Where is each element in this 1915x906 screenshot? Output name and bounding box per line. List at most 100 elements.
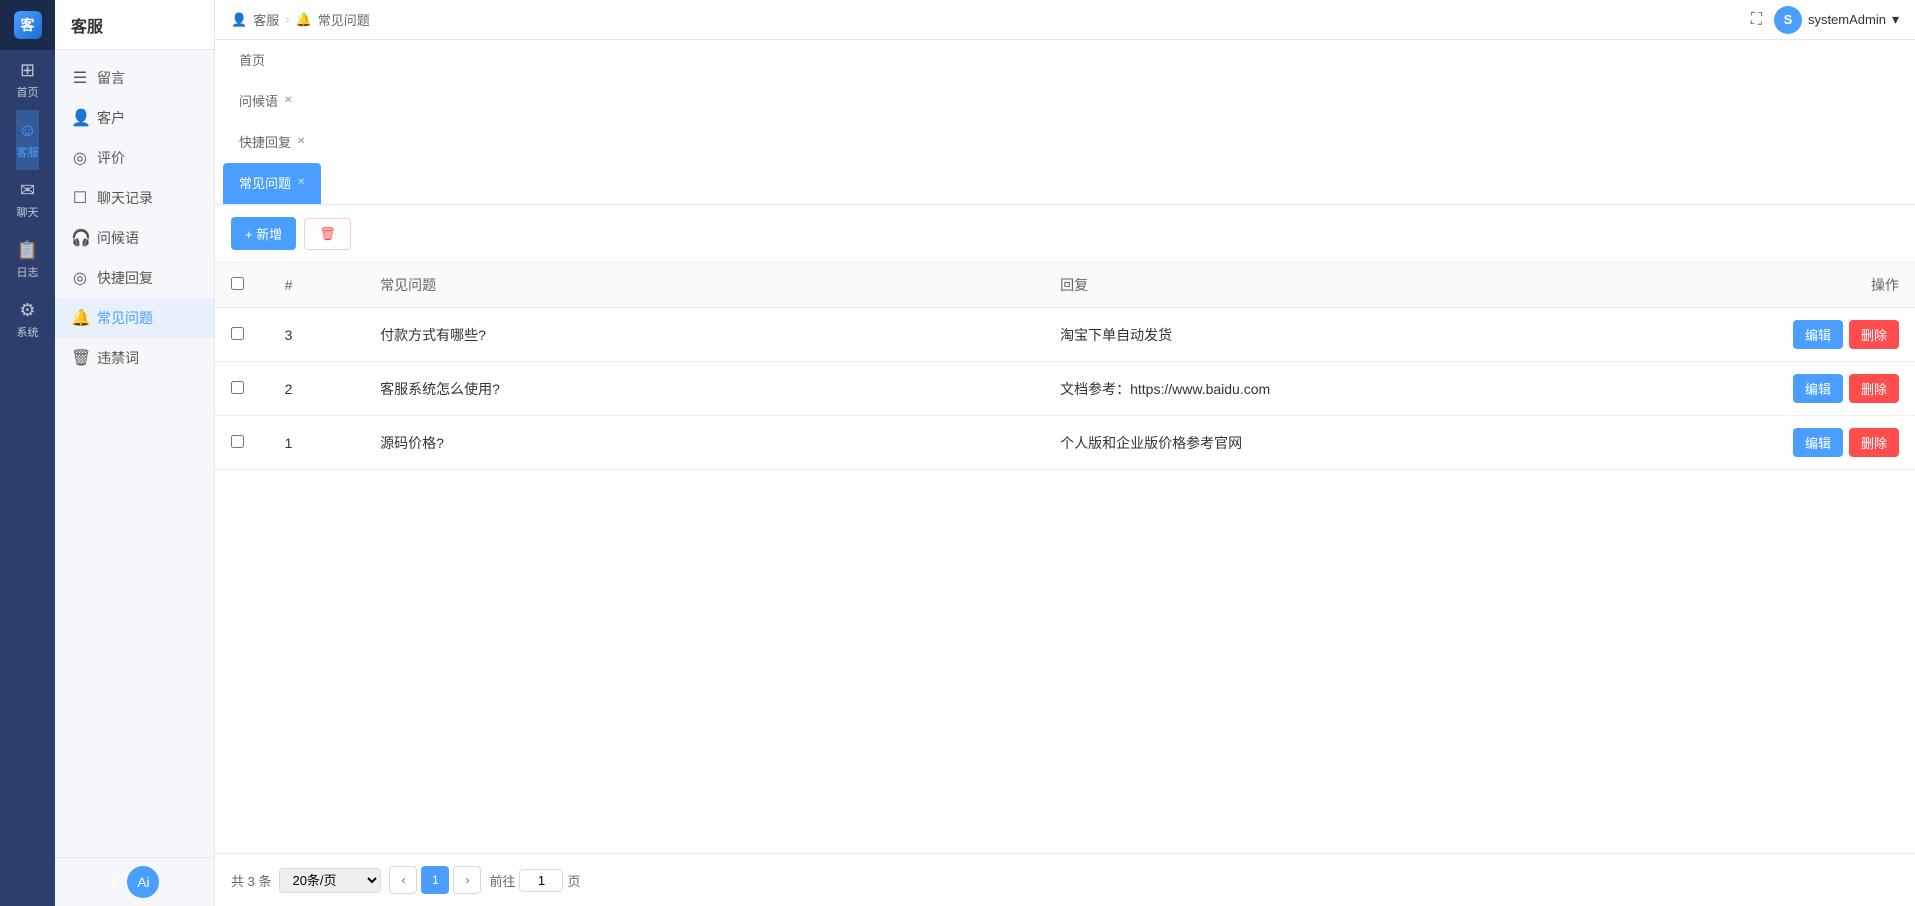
- sidebar-item-reviews[interactable]: ◎ 评价: [55, 138, 214, 178]
- row-question-3: 付款方式有哪些?: [364, 308, 1044, 362]
- tab-label-quick-replies: 快捷回复: [239, 132, 291, 151]
- row-question-1: 源码价格?: [364, 416, 1044, 470]
- sidebar-icon-customers: 👤: [71, 108, 89, 128]
- edit-button-2[interactable]: 编辑: [1793, 374, 1843, 403]
- sidebar-icon-quick-phrases: 🎧: [71, 228, 89, 248]
- table-row: 3 付款方式有哪些? 淘宝下单自动发货 编辑 删除: [215, 308, 1915, 362]
- prev-page-button[interactable]: ‹: [389, 866, 417, 894]
- add-button[interactable]: + 新增: [231, 217, 296, 250]
- nav-item-customer-service[interactable]: ☺ 客服: [16, 110, 38, 170]
- breadcrumb-current: 常见问题: [318, 10, 370, 29]
- sidebar-icon-reviews: ◎: [71, 148, 89, 168]
- sidebar-menu-toggle[interactable]: ☰: [110, 876, 120, 889]
- row-action-1: 编辑 删除: [1724, 416, 1915, 470]
- row-checkbox-2[interactable]: [231, 381, 244, 394]
- page-nav: ‹ 1 ›: [389, 866, 481, 894]
- breadcrumb-icon: 👤: [231, 12, 247, 28]
- row-checkbox-3[interactable]: [231, 327, 244, 340]
- sidebar-header: 客服: [55, 0, 214, 50]
- nav-bar: 客 ⊞ 首页 ☺ 客服 ✉ 聊天 📋 日志 ⚙ 系统: [0, 0, 55, 906]
- page-size-selector: 10条/页20条/页50条/页100条/页: [279, 868, 381, 893]
- row-reply-1: 个人版和企业版价格参考官网: [1044, 416, 1724, 470]
- delete-button[interactable]: 🗑: [304, 218, 351, 250]
- row-check-2: [215, 362, 269, 416]
- goto-label: 前往: [489, 871, 515, 890]
- nav-item-chat[interactable]: ✉ 聊天: [16, 170, 38, 230]
- page-unit: 页: [567, 871, 580, 890]
- page-1-button[interactable]: 1: [421, 866, 449, 894]
- chevron-down-icon: ▾: [1892, 11, 1899, 28]
- sidebar-bottom: ☰ Ai: [55, 857, 214, 906]
- edit-button-1[interactable]: 编辑: [1793, 428, 1843, 457]
- nav-label-log: 日志: [16, 264, 38, 280]
- row-checkbox-1[interactable]: [231, 435, 244, 448]
- col-header-reply: 回复: [1044, 263, 1724, 308]
- row-question-2: 客服系统怎么使用?: [364, 362, 1044, 416]
- sidebar-label-customers: 客户: [97, 108, 125, 128]
- tab-home[interactable]: 首页: [223, 40, 321, 81]
- app-logo: 客: [0, 0, 55, 50]
- nav-icon-chat: ✉: [20, 180, 35, 201]
- sidebar-icon-forbidden-words: 🗑: [71, 348, 89, 368]
- user-name[interactable]: systemAdmin: [1808, 12, 1886, 27]
- sidebar-menu: ☰ 留言 👤 客户 ◎ 评价 ☐ 聊天记录 🎧 问候语 ◎ 快捷回复 🔔 常见问…: [55, 50, 214, 857]
- page-goto: 前往 页: [489, 869, 580, 892]
- trash-icon: 🗑: [319, 226, 336, 241]
- fullscreen-button[interactable]: ⛶: [1751, 11, 1762, 29]
- sidebar-icon-chat-history: ☐: [71, 188, 89, 208]
- row-check-1: [215, 416, 269, 470]
- nav-item-system[interactable]: ⚙ 系统: [16, 290, 38, 350]
- tab-close-quick-phrases[interactable]: ✕: [284, 95, 292, 106]
- next-page-button[interactable]: ›: [453, 866, 481, 894]
- breadcrumb-root: 客服: [253, 10, 279, 29]
- row-action-3: 编辑 删除: [1724, 308, 1915, 362]
- sidebar-item-customers[interactable]: 👤 客户: [55, 98, 214, 138]
- nav-icon-log: 📋: [16, 240, 38, 261]
- sidebar-label-faq: 常见问题: [97, 308, 153, 328]
- faq-table: # 常见问题 回复 操作 3 付款方式有哪些? 淘宝下单自动发货 编辑 删除 2…: [215, 263, 1915, 470]
- user-avatar: S: [1774, 6, 1802, 34]
- tab-quick-replies[interactable]: 快捷回复 ✕: [223, 122, 321, 163]
- delete-button-2[interactable]: 删除: [1849, 374, 1899, 403]
- nav-item-log[interactable]: 📋 日志: [16, 230, 38, 290]
- sidebar-item-quick-replies[interactable]: ◎ 快捷回复: [55, 258, 214, 298]
- breadcrumb-icon-bell: 🔔: [296, 12, 312, 28]
- goto-input[interactable]: [519, 869, 563, 892]
- select-all-checkbox[interactable]: [231, 277, 244, 290]
- sidebar-item-forbidden-words[interactable]: 🗑 违禁词: [55, 338, 214, 378]
- row-check-3: [215, 308, 269, 362]
- tab-close-faq[interactable]: ✕: [297, 177, 305, 188]
- page-size-select[interactable]: 10条/页20条/页50条/页100条/页: [279, 868, 381, 893]
- nav-icon-customer-service: ☺: [18, 120, 36, 141]
- row-action-2: 编辑 删除: [1724, 362, 1915, 416]
- table-row: 1 源码价格? 个人版和企业版价格参考官网 编辑 删除: [215, 416, 1915, 470]
- edit-button-3[interactable]: 编辑: [1793, 320, 1843, 349]
- delete-button-1[interactable]: 删除: [1849, 428, 1899, 457]
- row-reply-2: 文档参考：https://www.baidu.com: [1044, 362, 1724, 416]
- tab-faq[interactable]: 常见问题✕: [223, 163, 321, 204]
- sidebar-label-chat-history: 聊天记录: [97, 188, 153, 208]
- nav-item-home[interactable]: ⊞ 首页: [16, 50, 38, 110]
- sidebar-item-faq[interactable]: 🔔 常见问题: [55, 298, 214, 338]
- total-count: 共 3 条: [231, 871, 271, 890]
- sidebar-label-messages: 留言: [97, 68, 125, 88]
- nav-icon-system: ⚙: [19, 300, 35, 321]
- sidebar-icon-messages: ☰: [71, 68, 89, 88]
- delete-button-3[interactable]: 删除: [1849, 320, 1899, 349]
- sidebar-label-quick-phrases: 问候语: [97, 228, 139, 248]
- sidebar-item-quick-phrases[interactable]: 🎧 问候语: [55, 218, 214, 258]
- table-row: 2 客服系统怎么使用? 文档参考：https://www.baidu.com 编…: [215, 362, 1915, 416]
- logo-icon: 客: [14, 11, 42, 39]
- ai-button[interactable]: Ai: [127, 866, 159, 898]
- top-right: ⛶ S systemAdmin ▾: [1751, 6, 1899, 34]
- row-reply-3: 淘宝下单自动发货: [1044, 308, 1724, 362]
- breadcrumb-sep: ›: [285, 12, 289, 27]
- row-num-1: 1: [269, 416, 364, 470]
- nav-label-system: 系统: [16, 324, 38, 340]
- col-header-question: 常见问题: [364, 263, 1044, 308]
- sidebar-item-chat-history[interactable]: ☐ 聊天记录: [55, 178, 214, 218]
- sidebar-item-messages[interactable]: ☰ 留言: [55, 58, 214, 98]
- row-num-3: 3: [269, 308, 364, 362]
- tab-quick-phrases[interactable]: 问候语✕: [223, 81, 321, 122]
- tab-close-quick-replies[interactable]: ✕: [297, 136, 305, 147]
